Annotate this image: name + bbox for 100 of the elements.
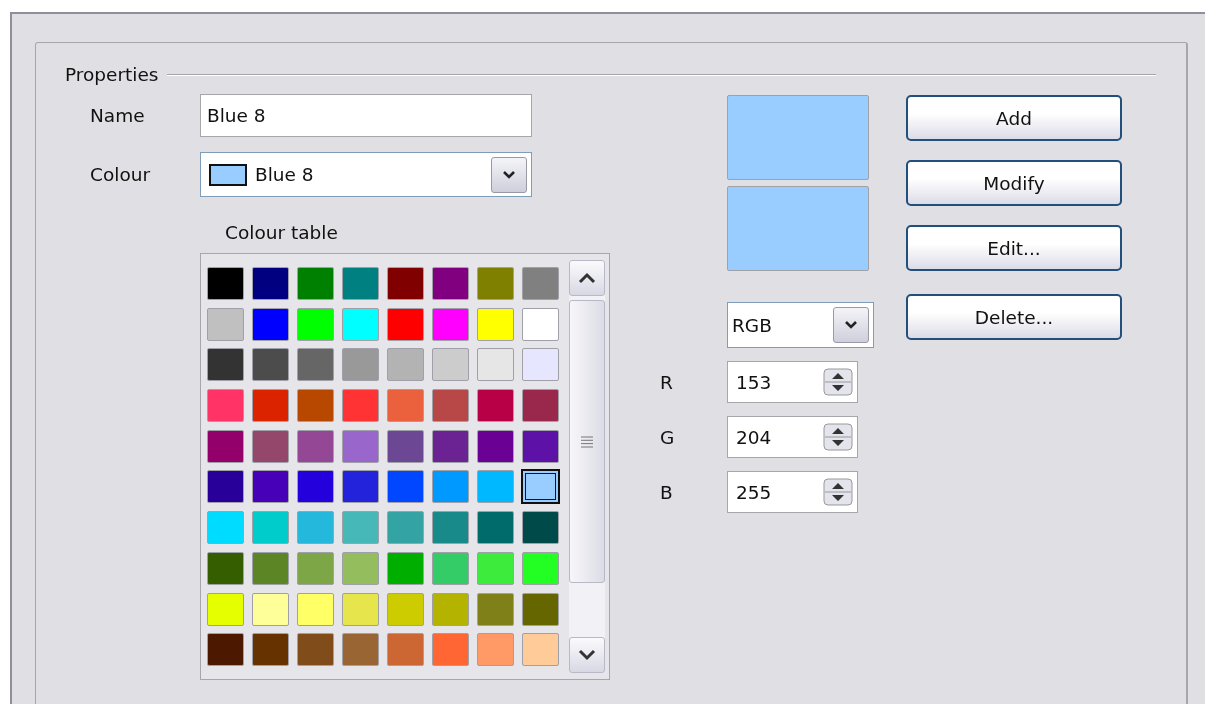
colour-swatch[interactable] <box>207 511 244 545</box>
colour-swatch[interactable] <box>387 551 424 585</box>
colour-swatch[interactable] <box>432 633 469 667</box>
dialog-button[interactable]: Modify <box>906 160 1122 206</box>
colour-swatch[interactable] <box>342 267 379 300</box>
colour-swatch[interactable] <box>297 307 334 341</box>
colour-swatch[interactable] <box>477 592 514 626</box>
colour-swatch[interactable] <box>477 307 514 341</box>
dialog-button[interactable]: Delete... <box>906 294 1122 340</box>
colour-swatch[interactable] <box>477 429 514 463</box>
dialog-button[interactable]: Add <box>906 95 1122 141</box>
colour-swatch[interactable] <box>477 633 514 667</box>
scroll-thumb[interactable] <box>569 300 605 583</box>
colour-swatch[interactable] <box>432 551 469 585</box>
colour-swatch[interactable] <box>477 389 514 423</box>
colour-swatch[interactable] <box>522 307 559 341</box>
colour-swatch[interactable] <box>252 307 289 341</box>
colour-swatch[interactable] <box>207 348 244 382</box>
colour-swatch[interactable] <box>522 592 559 626</box>
colour-swatch[interactable] <box>252 348 289 382</box>
colour-swatch[interactable] <box>522 551 559 585</box>
colour-swatch[interactable] <box>387 511 424 545</box>
scrollbar[interactable] <box>569 260 605 673</box>
colour-swatch[interactable] <box>342 511 379 545</box>
channel-spin-field[interactable]: 255 <box>727 471 858 513</box>
colour-swatch[interactable] <box>252 551 289 585</box>
colour-swatch[interactable] <box>432 592 469 626</box>
colour-swatch[interactable] <box>477 470 514 504</box>
dropdown-chevron-icon[interactable] <box>833 307 869 343</box>
colour-swatch[interactable] <box>477 551 514 585</box>
colour-swatch[interactable] <box>207 551 244 585</box>
colour-swatch[interactable] <box>432 267 469 300</box>
colour-swatch[interactable] <box>432 470 469 504</box>
colour-dropdown[interactable]: Blue 8 <box>200 152 532 197</box>
colour-swatch[interactable] <box>342 389 379 423</box>
colour-swatch[interactable] <box>522 389 559 423</box>
colour-swatch[interactable] <box>207 267 244 300</box>
dialog-button[interactable]: Edit... <box>906 225 1122 271</box>
colour-swatch[interactable] <box>207 307 244 341</box>
channel-spin-field[interactable]: 204 <box>727 416 858 458</box>
colour-swatch[interactable] <box>297 429 334 463</box>
colour-swatch[interactable] <box>387 267 424 300</box>
colour-swatch[interactable] <box>342 348 379 382</box>
colour-swatch[interactable] <box>387 348 424 382</box>
colour-swatch[interactable] <box>522 348 559 382</box>
colour-swatch[interactable] <box>477 267 514 300</box>
colour-swatch[interactable] <box>432 511 469 545</box>
colour-swatch[interactable] <box>432 348 469 382</box>
name-field[interactable]: Blue 8 <box>200 94 532 137</box>
colour-swatch[interactable] <box>342 551 379 585</box>
colour-swatch[interactable] <box>297 470 334 504</box>
colour-swatch[interactable] <box>387 429 424 463</box>
channel-label: G <box>660 426 676 448</box>
colour-swatch[interactable] <box>387 633 424 667</box>
colour-swatch[interactable] <box>252 429 289 463</box>
colour-swatch[interactable] <box>297 267 334 300</box>
colour-swatch[interactable] <box>522 633 559 667</box>
colour-swatch[interactable] <box>252 470 289 504</box>
colour-swatch[interactable] <box>252 511 289 545</box>
colour-swatch[interactable] <box>522 511 559 545</box>
colour-swatch[interactable] <box>297 511 334 545</box>
colour-swatch[interactable] <box>342 429 379 463</box>
colour-swatch[interactable] <box>342 307 379 341</box>
spin-arrows-icon[interactable] <box>823 478 853 506</box>
colour-swatch[interactable] <box>297 389 334 423</box>
colour-swatch[interactable] <box>387 592 424 626</box>
colour-swatch[interactable] <box>342 592 379 626</box>
scroll-up-icon[interactable] <box>569 260 605 296</box>
spin-arrows-icon[interactable] <box>823 423 853 451</box>
colour-swatch[interactable] <box>252 389 289 423</box>
colour-swatch[interactable] <box>297 348 334 382</box>
spin-arrows-icon[interactable] <box>823 368 853 396</box>
dropdown-chevron-icon[interactable] <box>491 156 527 193</box>
colour-swatch[interactable] <box>342 470 379 504</box>
colour-swatch[interactable] <box>387 470 424 504</box>
colour-swatch[interactable] <box>252 633 289 667</box>
colour-swatch[interactable] <box>252 267 289 300</box>
channel-spin-field[interactable]: 153 <box>727 361 858 403</box>
colour-swatch[interactable] <box>432 389 469 423</box>
colour-swatch[interactable] <box>432 429 469 463</box>
colour-swatch[interactable] <box>342 633 379 667</box>
colour-swatch[interactable] <box>207 429 244 463</box>
colour-swatch[interactable] <box>207 633 244 667</box>
colour-swatch[interactable] <box>477 348 514 382</box>
colour-swatch[interactable] <box>522 267 559 300</box>
scroll-down-icon[interactable] <box>569 637 605 673</box>
colour-swatch[interactable] <box>387 389 424 423</box>
colour-swatch[interactable] <box>207 389 244 423</box>
colour-swatch[interactable] <box>477 511 514 545</box>
colour-swatch[interactable] <box>207 592 244 626</box>
colour-swatch[interactable] <box>387 307 424 341</box>
colour-swatch[interactable] <box>297 551 334 585</box>
colour-model-dropdown[interactable]: RGB <box>727 302 874 348</box>
colour-swatch[interactable] <box>297 633 334 667</box>
colour-swatch[interactable] <box>432 307 469 341</box>
colour-swatch[interactable] <box>522 429 559 463</box>
colour-swatch[interactable] <box>207 470 244 504</box>
colour-swatch[interactable] <box>522 470 559 504</box>
colour-swatch[interactable] <box>297 592 334 626</box>
colour-swatch[interactable] <box>252 592 289 626</box>
